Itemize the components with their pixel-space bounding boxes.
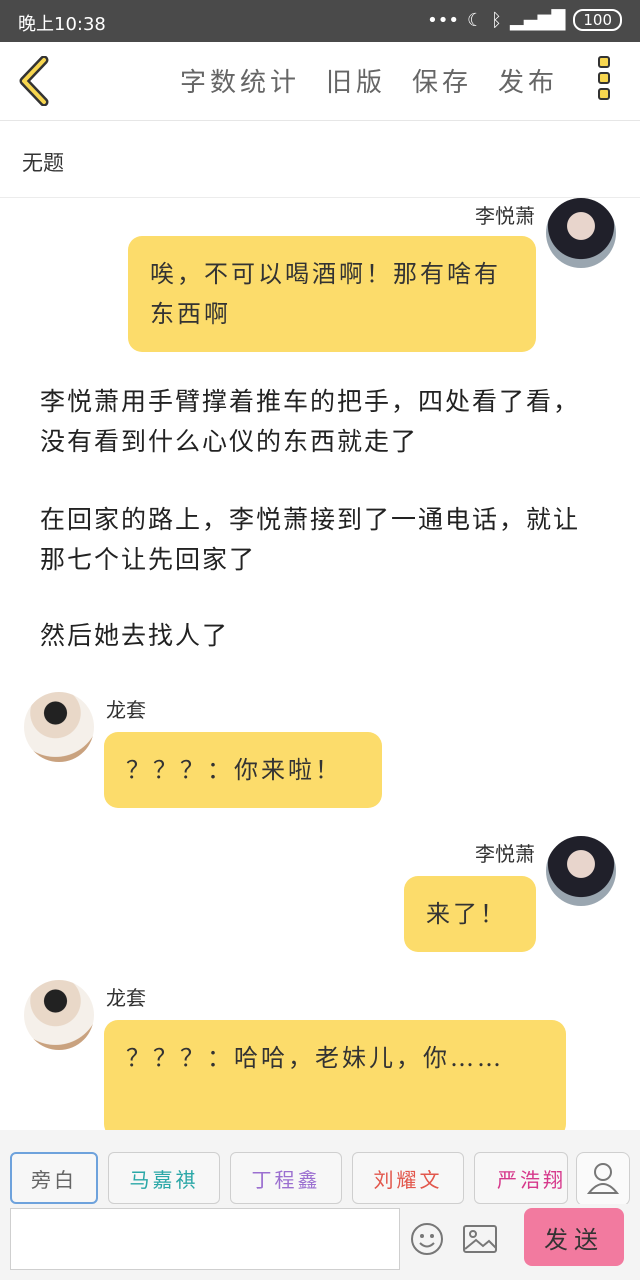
story-title: 无题 (22, 151, 64, 175)
speaker-name: 龙套 (106, 986, 146, 1010)
message-input[interactable] (10, 1208, 400, 1270)
narration-text[interactable]: 在回家的路上，李悦萧接到了一通电话，就让那七个让先回家了 (40, 500, 600, 580)
status-time: 晚上10:38 (18, 14, 106, 35)
publish-button[interactable]: 发布 (498, 62, 558, 99)
character-chip[interactable]: 刘耀文 (352, 1152, 464, 1204)
word-count-button[interactable]: 字数统计 (180, 62, 300, 99)
character-chip[interactable]: 丁程鑫 (230, 1152, 342, 1204)
character-chip-narrator[interactable]: 旁白 (10, 1152, 98, 1204)
avatar[interactable] (24, 980, 94, 1050)
person-icon (586, 1163, 620, 1194)
moon-icon: ☾ (467, 9, 484, 31)
chat-content[interactable]: 李悦萧 唉，不可以喝酒啊！那有啥有东西啊 李悦萧用手臂撑着推车的把手，四处看了看… (0, 198, 640, 1130)
speaker-name: 李悦萧 (475, 204, 535, 228)
character-chip[interactable]: 严浩翔 (474, 1152, 568, 1204)
signal-icon: ▂▄▆█ (509, 9, 566, 31)
avatar[interactable] (546, 836, 616, 906)
save-button[interactable]: 保存 (412, 62, 472, 99)
avatar[interactable] (546, 198, 616, 268)
add-character-button[interactable] (576, 1152, 630, 1206)
speaker-name: 李悦萧 (475, 842, 535, 866)
more-menu-icon[interactable] (598, 56, 614, 106)
old-version-button[interactable]: 旧版 (326, 62, 386, 99)
status-bar: 晚上10:38 ••• ☾ ᛒ ▂▄▆█ 100 (0, 0, 640, 42)
status-icons: ••• ☾ ᛒ ▂▄▆█ 100 (427, 9, 622, 31)
composer: 发送 (0, 1204, 640, 1280)
bluetooth-icon: ᛒ (491, 9, 502, 31)
story-title-bar[interactable]: 无题 (0, 121, 640, 198)
narration-text[interactable]: 李悦萧用手臂撑着推车的把手，四处看了看，没有看到什么心仪的东西就走了 (40, 382, 600, 462)
chat-bubble[interactable]: ？？？：哈哈，老妹儿，你…… (104, 1020, 566, 1130)
more-dots-icon: ••• (427, 9, 460, 31)
narration-text[interactable]: 然后她去找人了 (40, 616, 600, 656)
battery-indicator: 100 (573, 9, 622, 31)
emoji-icon[interactable] (410, 1222, 444, 1256)
avatar[interactable] (24, 692, 94, 762)
character-chip[interactable]: 马嘉祺 (108, 1152, 220, 1204)
send-button[interactable]: 发送 (524, 1208, 624, 1266)
chat-bubble[interactable]: ？？？：你来啦！ (104, 732, 382, 808)
speaker-name: 龙套 (106, 698, 146, 722)
character-selector: 旁白 马嘉祺 丁程鑫 刘耀文 严浩翔 (0, 1130, 640, 1206)
chat-bubble[interactable]: 来了！ (404, 876, 536, 952)
back-icon[interactable] (14, 56, 54, 106)
editor-toolbar: 字数统计 旧版 保存 发布 (0, 42, 640, 121)
image-icon[interactable] (462, 1222, 498, 1256)
chat-bubble[interactable]: 唉，不可以喝酒啊！那有啥有东西啊 (128, 236, 536, 352)
